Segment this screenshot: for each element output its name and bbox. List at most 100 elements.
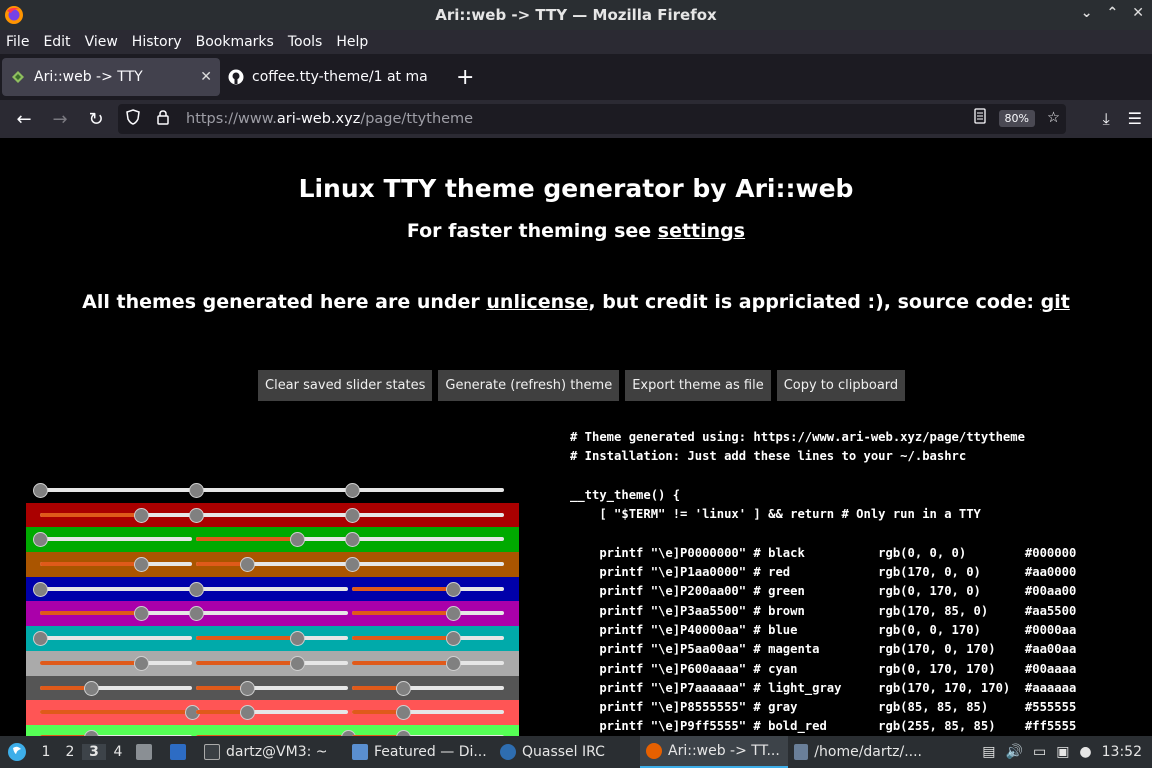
slider-knob[interactable]	[189, 581, 204, 597]
downloads-icon[interactable]: ⤓	[1103, 109, 1110, 129]
close-icon[interactable]: ✕	[1132, 5, 1144, 21]
slider-knob[interactable]	[395, 705, 411, 721]
slider-knob[interactable]	[33, 532, 48, 548]
slider-knob[interactable]	[345, 483, 360, 498]
slider-track[interactable]	[352, 512, 504, 517]
tab-ari-web[interactable]: Ari::web -> TTY ✕	[2, 58, 220, 96]
slider-knob[interactable]	[290, 532, 306, 548]
workspace-1[interactable]: 1	[34, 744, 58, 760]
slider-knob[interactable]	[33, 631, 48, 647]
clipboard-icon[interactable]: ▤	[982, 744, 995, 760]
bookmark-star-icon[interactable]: ☆	[1047, 110, 1060, 126]
slider-knob[interactable]	[189, 507, 204, 523]
terminal-icon	[204, 744, 220, 760]
slider-track[interactable]	[352, 537, 504, 542]
export-theme-button[interactable]: Export theme as file	[625, 370, 771, 401]
shield-icon[interactable]	[126, 109, 148, 129]
workspace-2[interactable]: 2	[58, 744, 82, 760]
color-slider-row	[26, 724, 519, 736]
slider-fill	[196, 660, 298, 665]
color-slider-row	[26, 502, 519, 528]
slider-knob[interactable]	[189, 606, 204, 622]
file-manager-icon[interactable]	[130, 736, 164, 768]
slider-knob[interactable]	[134, 557, 150, 573]
task-label: dartz@VM3: ~	[226, 744, 328, 760]
url-text[interactable]: https://www.ari-web.xyz/page/ttytheme	[186, 111, 473, 127]
menu-help[interactable]: Help	[336, 34, 368, 50]
task-terminal[interactable]: dartz@VM3: ~	[198, 736, 346, 768]
slider-knob[interactable]	[446, 655, 462, 671]
clock[interactable]: 13:52	[1102, 744, 1142, 760]
new-tab-icon[interactable]: +	[456, 65, 474, 90]
menu-tools[interactable]: Tools	[288, 34, 323, 50]
slider-knob[interactable]	[239, 705, 255, 721]
zoom-level-badge[interactable]: 80%	[998, 109, 1035, 127]
notes-icon[interactable]: ▭	[1033, 744, 1046, 760]
slider-knob[interactable]	[395, 680, 411, 696]
git-link[interactable]: git	[1041, 291, 1070, 313]
slider-knob[interactable]	[83, 680, 99, 696]
forward-icon[interactable]: →	[42, 109, 78, 130]
menu-file[interactable]: File	[6, 34, 29, 50]
copy-clipboard-button[interactable]: Copy to clipboard	[776, 370, 906, 401]
url-bar[interactable]: https://www.ari-web.xyz/page/ttytheme 80…	[118, 104, 1066, 134]
slider-track[interactable]	[196, 586, 348, 591]
slider-track[interactable]	[196, 611, 348, 616]
tab-close-icon[interactable]: ✕	[200, 69, 212, 85]
slider-track[interactable]	[196, 488, 348, 492]
workspace-3[interactable]: 3	[82, 744, 106, 760]
slider-knob[interactable]	[290, 655, 306, 671]
menu-history[interactable]: History	[132, 34, 182, 50]
show-desktop-icon[interactable]	[164, 736, 198, 768]
menu-view[interactable]: View	[85, 34, 118, 50]
maximize-icon[interactable]: ⌃	[1107, 5, 1119, 21]
unlicense-link[interactable]: unlicense	[486, 291, 588, 313]
slider-knob[interactable]	[189, 483, 204, 498]
slider-knob[interactable]	[446, 631, 462, 647]
generate-theme-button[interactable]: Generate (refresh) theme	[438, 370, 620, 401]
slider-knob[interactable]	[345, 557, 360, 573]
clear-slider-states-button[interactable]: Clear saved slider states	[258, 370, 433, 401]
lock-icon[interactable]	[156, 109, 178, 129]
menu-bookmarks[interactable]: Bookmarks	[196, 34, 274, 50]
hamburger-menu-icon[interactable]: ☰	[1128, 109, 1142, 129]
task-firefox[interactable]: Ari::web -> TT...	[640, 736, 788, 768]
slider-knob[interactable]	[134, 606, 150, 622]
slider-knob[interactable]	[345, 532, 360, 548]
slider-track[interactable]	[196, 512, 348, 517]
task-editor[interactable]: /home/dartz/....	[788, 736, 928, 768]
slider-knob[interactable]	[239, 557, 255, 573]
slider-track[interactable]	[40, 488, 192, 492]
slider-knob[interactable]	[290, 631, 306, 647]
reload-icon[interactable]: ↻	[78, 109, 114, 130]
slider-track[interactable]	[352, 562, 504, 567]
app-launcher-icon[interactable]	[0, 736, 34, 768]
page-title: Linux TTY theme generator by Ari::web	[298, 174, 854, 203]
settings-link[interactable]: settings	[658, 220, 745, 242]
volume-icon[interactable]: 🔊	[1006, 744, 1023, 760]
code-line: printf "\e]P200aa00" # green rgb(0, 170,…	[570, 584, 1077, 599]
slider-knob[interactable]	[33, 483, 48, 498]
slider-knob[interactable]	[134, 655, 150, 671]
minimize-icon[interactable]: ⌄	[1081, 5, 1093, 21]
menu-edit[interactable]: Edit	[43, 34, 70, 50]
slider-knob[interactable]	[33, 581, 48, 597]
updates-icon[interactable]: ●	[1079, 744, 1091, 760]
slider-track[interactable]	[40, 636, 192, 641]
back-icon[interactable]: ←	[6, 109, 42, 130]
slider-knob[interactable]	[239, 680, 255, 696]
slider-knob[interactable]	[134, 507, 150, 523]
workspace-4[interactable]: 4	[106, 744, 130, 760]
slider-knob[interactable]	[446, 581, 462, 597]
tab-github[interactable]: coffee.tty-theme/1 at ma	[220, 58, 450, 96]
network-icon[interactable]: ▣	[1056, 744, 1069, 760]
slider-knob[interactable]	[345, 507, 360, 523]
slider-track[interactable]	[352, 488, 504, 492]
slider-track[interactable]	[40, 537, 192, 542]
slider-track[interactable]	[40, 586, 192, 591]
slider-knob[interactable]	[446, 606, 462, 622]
reader-view-icon[interactable]	[973, 108, 987, 128]
task-quassel[interactable]: Quassel IRC	[494, 736, 640, 768]
task-discover[interactable]: Featured — Di...	[346, 736, 494, 768]
